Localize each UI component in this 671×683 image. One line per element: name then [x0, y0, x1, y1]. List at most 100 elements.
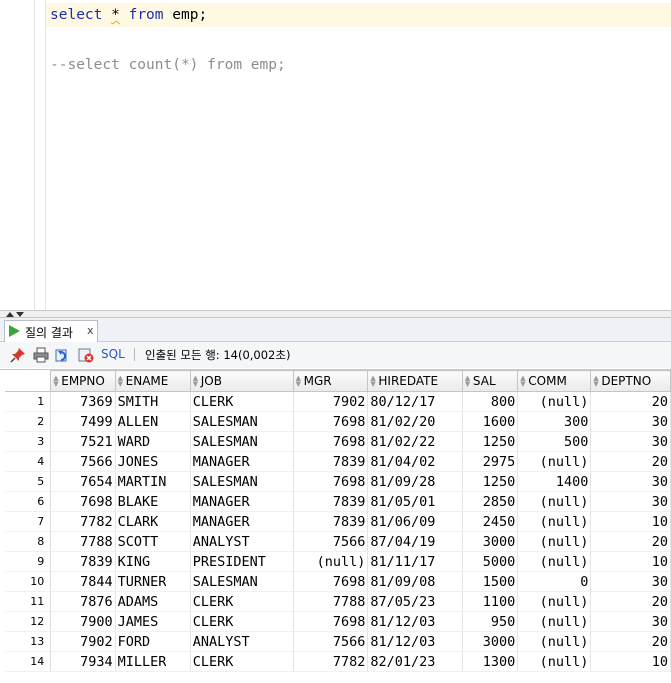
cell-comm[interactable]: (null) [517, 591, 592, 612]
cell-comm[interactable]: 1400 [517, 471, 592, 492]
cell-empno[interactable]: 7566 [50, 451, 116, 472]
cell-job[interactable]: MANAGER [190, 491, 294, 512]
cell-deptno[interactable]: 30 [590, 571, 671, 592]
cell-hiredate[interactable]: 81/11/17 [367, 551, 463, 572]
cell-mgr[interactable]: 7839 [293, 451, 369, 472]
row-number[interactable]: 14 [5, 651, 52, 672]
cell-ename[interactable]: WARD [115, 431, 191, 452]
cell-ename[interactable]: JAMES [115, 611, 191, 632]
cell-job[interactable]: SALESMAN [190, 411, 294, 432]
cell-hiredate[interactable]: 81/05/01 [367, 491, 463, 512]
cell-job[interactable]: MANAGER [190, 451, 294, 472]
code-line-2-comment[interactable]: --select count(*) from emp; [50, 54, 286, 76]
cell-comm[interactable]: (null) [517, 451, 592, 472]
collapse-up-icon[interactable] [6, 312, 14, 317]
print-icon[interactable] [33, 347, 49, 363]
row-number[interactable]: 9 [5, 551, 52, 572]
cell-hiredate[interactable]: 87/04/19 [367, 531, 463, 552]
cell-mgr[interactable]: (null) [293, 551, 369, 572]
cell-comm[interactable]: (null) [517, 391, 592, 412]
row-number[interactable]: 1 [5, 391, 52, 412]
cell-ename[interactable]: JONES [115, 451, 191, 472]
cell-job[interactable]: PRESIDENT [190, 551, 294, 572]
cell-comm[interactable]: (null) [517, 511, 592, 532]
cell-empno[interactable]: 7521 [50, 431, 116, 452]
cell-comm[interactable]: 0 [517, 571, 592, 592]
cell-job[interactable]: CLERK [190, 611, 294, 632]
cell-job[interactable]: CLERK [190, 391, 294, 412]
cell-comm[interactable]: (null) [517, 631, 592, 652]
column-header-comm[interactable]: ▲ ▼ COMM [517, 370, 592, 392]
cell-deptno[interactable]: 30 [590, 471, 671, 492]
cell-deptno[interactable]: 10 [590, 551, 671, 572]
cell-empno[interactable]: 7782 [50, 511, 116, 532]
cell-deptno[interactable]: 30 [590, 431, 671, 452]
cell-mgr[interactable]: 7698 [293, 411, 369, 432]
cancel-icon[interactable] [78, 347, 94, 363]
row-number[interactable]: 8 [5, 531, 52, 552]
cell-ename[interactable]: BLAKE [115, 491, 191, 512]
row-number[interactable]: 5 [5, 471, 52, 492]
sql-button[interactable]: SQL [101, 347, 125, 361]
cell-empno[interactable]: 7902 [50, 631, 116, 652]
column-header-mgr[interactable]: ▲ ▼ MGR [292, 370, 369, 392]
table-row[interactable]: 3 7521 WARD SALESMAN 7698 81/02/22 1250 500 30 [5, 431, 671, 452]
column-header-sal[interactable]: ▲ ▼ SAL [461, 370, 519, 392]
cell-deptno[interactable]: 20 [590, 631, 671, 652]
cell-hiredate[interactable]: 87/05/23 [367, 591, 463, 612]
cell-comm[interactable]: (null) [517, 651, 592, 672]
cell-sal[interactable]: 950 [462, 611, 519, 632]
cell-mgr[interactable]: 7788 [293, 591, 369, 612]
table-row[interactable]: 10 7844 TURNER SALESMAN 7698 81/09/08 1500 0 30 [5, 571, 671, 592]
table-row[interactable]: 8 7788 SCOTT ANALYST 7566 87/04/19 3000 (null) 2… [5, 531, 671, 552]
refresh-icon[interactable] [55, 347, 71, 363]
cell-job[interactable]: MANAGER [190, 511, 294, 532]
sql-editor[interactable]: select * from emp; --select count(*) fro… [0, 0, 671, 310]
cell-ename[interactable]: MILLER [115, 651, 191, 672]
cell-job[interactable]: CLERK [190, 651, 294, 672]
row-number[interactable]: 10 [5, 571, 52, 592]
cell-mgr[interactable]: 7902 [293, 391, 369, 412]
table-row[interactable]: 5 7654 MARTIN SALESMAN 7698 81/09/28 1250 1400 3… [5, 471, 671, 492]
cell-hiredate[interactable]: 81/02/20 [367, 411, 463, 432]
cell-deptno[interactable]: 30 [590, 611, 671, 632]
cell-job[interactable]: CLERK [190, 591, 294, 612]
cell-hiredate[interactable]: 81/12/03 [367, 611, 463, 632]
cell-hiredate[interactable]: 81/12/03 [367, 631, 463, 652]
cell-sal[interactable]: 1250 [462, 431, 519, 452]
row-number[interactable]: 11 [5, 591, 52, 612]
cell-sal[interactable]: 3000 [462, 631, 519, 652]
results-grid[interactable]: ▲ ▼ EMPNO ▲ ▼ ENAME ▲ ▼ JOB ▲ ▼ MGR ▲ ▼ HIREDATE ▲ ▼ SAL ▲… [0, 369, 671, 683]
cell-job[interactable]: ANALYST [190, 531, 294, 552]
row-number[interactable]: 3 [5, 431, 52, 452]
cell-empno[interactable]: 7698 [50, 491, 116, 512]
table-row[interactable]: 4 7566 JONES MANAGER 7839 81/04/02 2975 (null) 2… [5, 451, 671, 472]
cell-empno[interactable]: 7369 [50, 391, 116, 412]
cell-sal[interactable]: 5000 [462, 551, 519, 572]
cell-ename[interactable]: CLARK [115, 511, 191, 532]
table-row[interactable]: 2 7499 ALLEN SALESMAN 7698 81/02/20 1600 300 30 [5, 411, 671, 432]
pin-icon[interactable] [10, 347, 26, 363]
cell-deptno[interactable]: 20 [590, 531, 671, 552]
row-number[interactable]: 7 [5, 511, 52, 532]
cell-job[interactable]: ANALYST [190, 631, 294, 652]
cell-empno[interactable]: 7499 [50, 411, 116, 432]
cell-mgr[interactable]: 7839 [293, 511, 369, 532]
cell-ename[interactable]: FORD [115, 631, 191, 652]
table-row[interactable]: 1 7369 SMITH CLERK 7902 80/12/17 800 (null) 20 [5, 391, 671, 412]
cell-empno[interactable]: 7788 [50, 531, 116, 552]
collapse-down-icon[interactable] [16, 312, 24, 317]
cell-deptno[interactable]: 20 [590, 391, 671, 412]
row-number[interactable]: 6 [5, 491, 52, 512]
column-header-ename[interactable]: ▲ ▼ ENAME [114, 370, 191, 392]
cell-comm[interactable]: 300 [517, 411, 592, 432]
cell-sal[interactable]: 1600 [462, 411, 519, 432]
cell-sal[interactable]: 1100 [462, 591, 519, 612]
cell-empno[interactable]: 7654 [50, 471, 116, 492]
close-icon[interactable]: x [87, 324, 94, 337]
cell-comm[interactable]: (null) [517, 491, 592, 512]
cell-sal[interactable]: 800 [462, 391, 519, 412]
cell-empno[interactable]: 7876 [50, 591, 116, 612]
cell-empno[interactable]: 7934 [50, 651, 116, 672]
cell-mgr[interactable]: 7698 [293, 571, 369, 592]
